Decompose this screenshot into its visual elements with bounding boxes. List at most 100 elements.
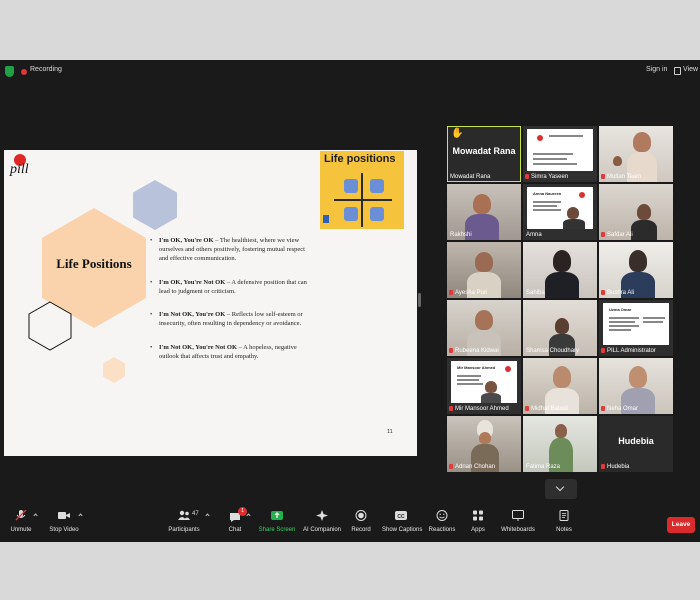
bullet-item: I'm OK, You're OK – The healthiest, wher… <box>150 236 312 264</box>
participant-gallery: ✋ Mowadat Rana Mowadat Rana Simra Yaseen… <box>447 126 673 474</box>
participant-name: Ayesha Puri <box>455 290 488 296</box>
apps-button[interactable]: Apps <box>466 510 490 533</box>
participant-display-name: Hudebia <box>618 436 654 446</box>
shared-document-video: Amna Naureen <box>527 187 593 229</box>
figure-icon <box>370 207 384 221</box>
sparkle-icon <box>316 510 328 521</box>
shared-document-video: Uzma Omar <box>603 303 669 345</box>
shared-slide: pill Life Positions Life positions I'm O… <box>4 150 417 456</box>
participant-tile[interactable]: ✋ Mowadat Rana Mowadat Rana <box>447 126 521 182</box>
zoom-meeting-window: Recording Sign in View pill Life Positio… <box>0 60 700 542</box>
bullet-item: I'm Not OK, You're OK – Reflects low sel… <box>150 310 312 328</box>
ai-companion-button[interactable]: AI Companion <box>302 510 342 533</box>
participant-name: PILL Administrator <box>607 348 656 354</box>
hexagon-small <box>103 357 125 383</box>
participant-tile[interactable]: Amna Naureen Amna <box>523 184 597 240</box>
participant-name: Fatima Raza <box>526 464 561 470</box>
slide-page-number: 11 <box>387 429 393 435</box>
sign-in-button[interactable]: Sign in <box>646 66 667 73</box>
participant-tile[interactable]: Bushra Ali <box>599 242 673 298</box>
participant-tile[interactable]: Sahiba <box>523 242 597 298</box>
figure-icon <box>344 179 358 193</box>
participant-tile[interactable]: Rakhshi <box>447 184 521 240</box>
participants-options-caret[interactable] <box>205 513 210 518</box>
mic-muted-icon <box>525 174 529 179</box>
participant-name: Amna <box>526 232 542 238</box>
participant-tile[interactable]: Hudebia Hudebia <box>599 416 673 472</box>
mic-muted-icon <box>449 406 453 411</box>
whiteboards-button[interactable]: Whiteboards <box>500 510 536 533</box>
resize-handle[interactable] <box>418 293 421 307</box>
svg-text:CC: CC <box>397 514 405 520</box>
quadrant-line-horizontal <box>334 199 392 201</box>
figure-icon <box>370 179 384 193</box>
participant-tile[interactable]: Shamsa Choudhary <box>523 300 597 356</box>
participant-name: Simra Yaseen <box>531 174 569 180</box>
gallery-next-page-button[interactable] <box>545 479 577 499</box>
unmute-options-caret[interactable] <box>33 513 38 518</box>
share-screen-button[interactable]: Share Screen <box>258 510 296 533</box>
bullet-item: I'm OK, You're Not OK – A defensive posi… <box>150 278 312 296</box>
microphone-muted-icon <box>15 510 27 521</box>
participant-tile[interactable]: Ayesha Puri <box>447 242 521 298</box>
reaction-smiley-icon <box>436 510 448 521</box>
mic-muted-icon <box>601 464 605 469</box>
video-options-caret[interactable] <box>78 513 83 518</box>
participant-tile[interactable]: Mir Mansoor Ahmed Mir Mansoor Ahmed <box>447 358 521 414</box>
top-bar: Recording Sign in View <box>0 60 700 84</box>
participant-tile[interactable]: Rubeena Kidwai <box>447 300 521 356</box>
participants-icon <box>178 510 190 520</box>
notes-button[interactable]: Notes <box>552 510 576 533</box>
participant-name: Mir Mansoor Ahmed <box>455 406 509 412</box>
whiteboard-icon <box>512 510 524 521</box>
participant-name: Rakhshi <box>450 232 472 238</box>
participant-tile[interactable]: Safdar Ali <box>599 184 673 240</box>
participant-name: Safdar Ali <box>607 232 633 238</box>
participant-tile[interactable]: Simra Yaseen <box>523 126 597 182</box>
hexagon-outline <box>28 301 72 351</box>
view-icon[interactable] <box>674 67 681 75</box>
participant-name: Bushra Ali <box>607 290 635 296</box>
mic-muted-icon <box>601 406 605 411</box>
participant-tile[interactable]: Adnan Chohan <box>447 416 521 472</box>
chat-options-caret[interactable] <box>246 513 251 518</box>
record-button[interactable]: Record <box>350 510 372 533</box>
reactions-button[interactable]: Reactions <box>428 510 456 533</box>
captions-icon: CC <box>395 511 407 520</box>
mic-muted-icon <box>601 290 605 295</box>
participant-name: Adnan Chohan <box>455 464 496 470</box>
participants-count: 47 <box>192 511 199 517</box>
participant-name: Multan Team <box>607 174 642 180</box>
participant-name: Rubeena Kidwai <box>455 348 499 354</box>
mic-muted-icon <box>601 348 605 353</box>
record-icon <box>355 510 367 521</box>
view-button[interactable]: View <box>683 66 698 73</box>
participant-tile[interactable]: Midhat Batool <box>523 358 597 414</box>
recording-label[interactable]: Recording <box>30 66 62 73</box>
participant-name: Midhat Batool <box>531 406 568 412</box>
small-figure-icon <box>323 215 329 223</box>
unmute-button[interactable]: Unmute <box>6 510 36 533</box>
raised-hand-icon: ✋ <box>451 128 464 139</box>
participant-tile[interactable]: Multan Team <box>599 126 673 182</box>
mic-muted-icon <box>449 464 453 469</box>
participant-name: Hudebia <box>607 464 630 470</box>
chat-button[interactable]: 1 Chat <box>224 507 247 533</box>
bullet-item: I'm Not OK, You're Not OK – A hopeless, … <box>150 343 312 361</box>
mic-muted-icon <box>525 406 529 411</box>
shield-icon[interactable] <box>5 66 14 77</box>
slide-title: Life Positions <box>56 256 132 271</box>
show-captions-button[interactable]: CC Show Captions <box>382 510 422 533</box>
video-camera-icon <box>58 512 70 519</box>
stop-video-button[interactable]: Stop Video <box>48 510 80 533</box>
mic-muted-icon <box>601 174 605 179</box>
participant-tile[interactable]: Fatima Raza <box>523 416 597 472</box>
participant-name: Neha Omar <box>607 406 639 412</box>
participant-tile[interactable]: Neha Omar <box>599 358 673 414</box>
notes-icon <box>559 510 569 521</box>
participant-display-name: Mowadat Rana <box>452 146 516 156</box>
leave-button[interactable]: Leave <box>667 517 695 533</box>
pill-logo: pill <box>10 162 29 177</box>
participant-tile[interactable]: Uzma Omar PILL Administrator <box>599 300 673 356</box>
chat-bubble-icon: 1 <box>229 507 247 522</box>
